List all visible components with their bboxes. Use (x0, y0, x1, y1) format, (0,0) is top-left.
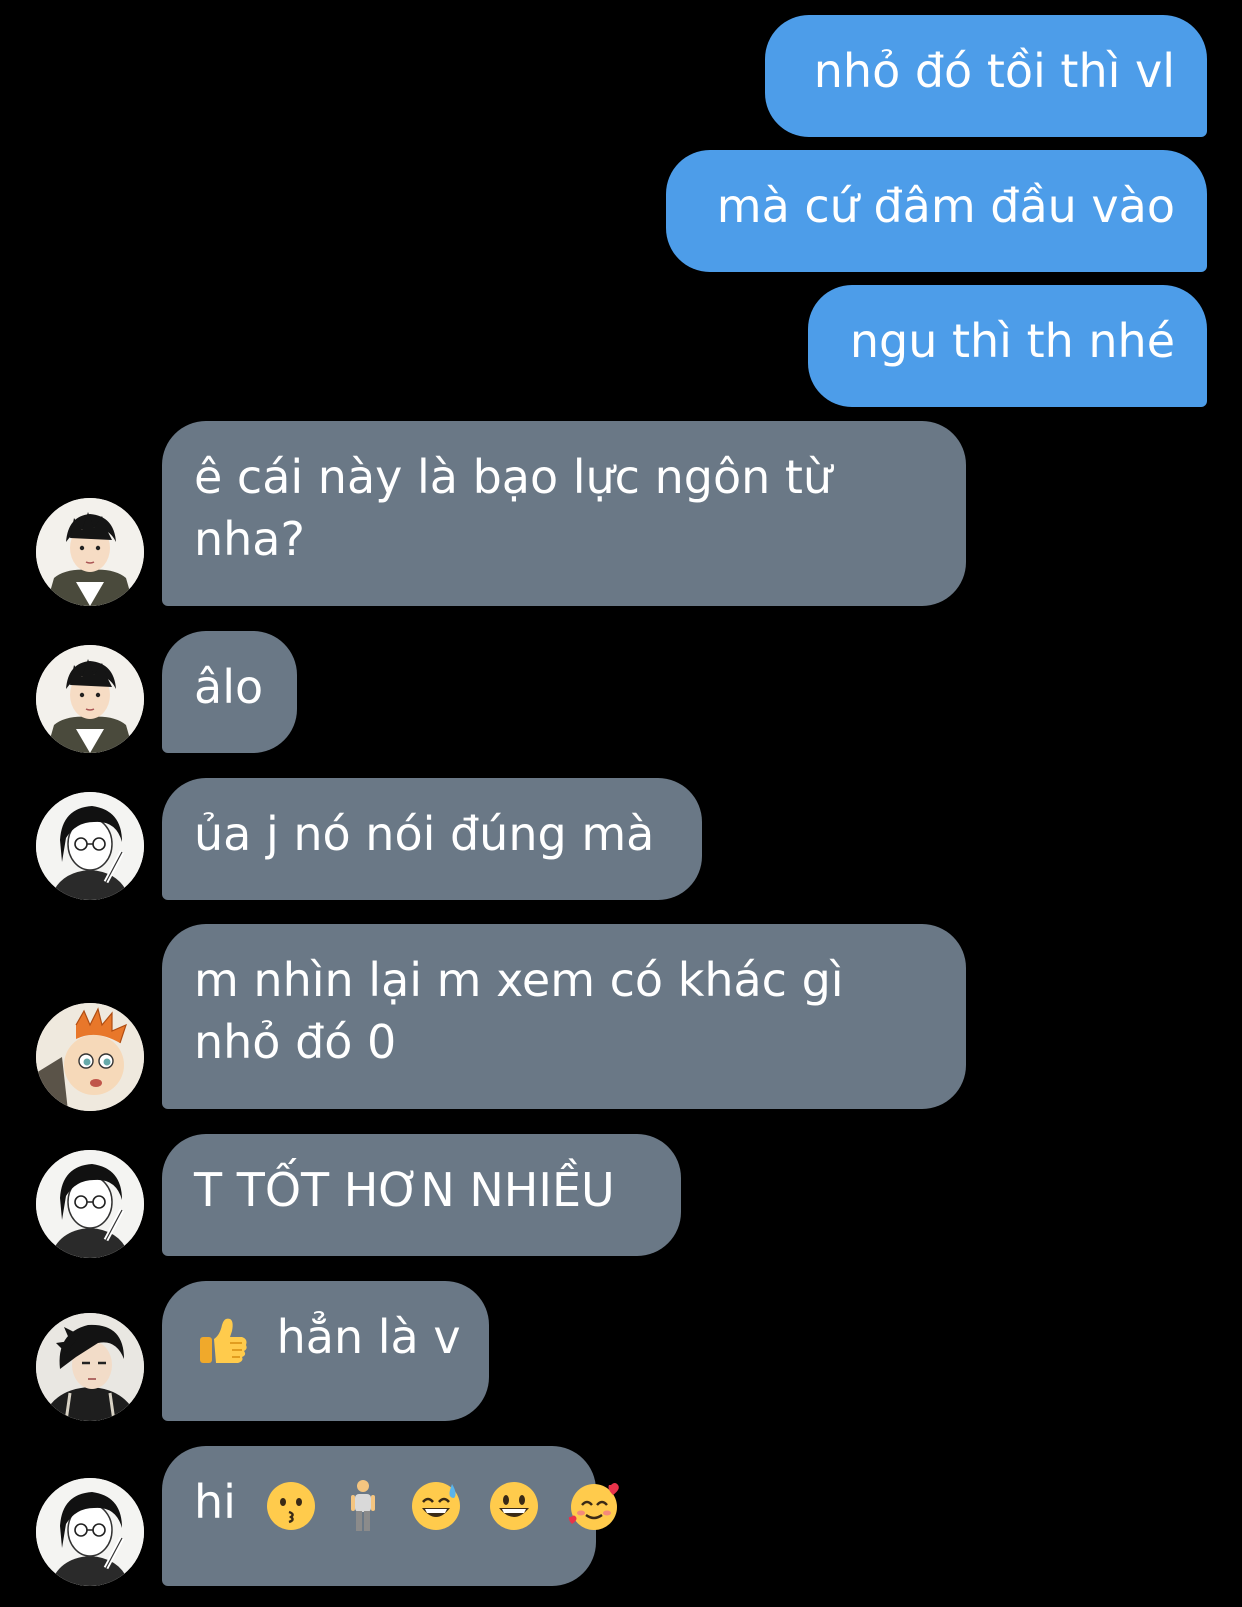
avatar-glasses-icon[interactable] (36, 1478, 144, 1586)
received-message-text: hi (194, 1475, 236, 1529)
sent-message-3[interactable]: ngu thì th nhé (808, 285, 1207, 407)
avatar-orange-hair-icon[interactable] (36, 1003, 144, 1111)
sent-message-text: ngu thì th nhé (849, 314, 1175, 368)
received-message-line: T TỐT HƠN NHIỀU (194, 1163, 615, 1217)
received-message-1[interactable]: ê cái này là bạo lực ngôn từ nha? (162, 421, 966, 606)
sent-message-text: nhỏ đó tồi thì vl (813, 44, 1175, 98)
avatar-boy-jacket-icon[interactable] (36, 645, 144, 753)
smiling-hearts-icon (567, 1479, 621, 1533)
avatar-glasses-icon[interactable] (36, 792, 144, 900)
received-message-line: âlo (194, 660, 264, 714)
avatar-dark-hair-icon[interactable] (36, 1313, 144, 1421)
received-message-4[interactable]: m nhìn lại m xem có khác gì nhỏ đó 0 (162, 924, 966, 1109)
avatar-boy-jacket-icon[interactable] (36, 498, 144, 606)
received-message-3[interactable]: ủa j nó nói đúng mà (162, 778, 702, 900)
person-standing-icon (343, 1478, 383, 1534)
received-message-line: ê cái này là bạo lực ngôn từ (194, 450, 833, 504)
received-message-line: nhỏ đó 0 (194, 1015, 397, 1069)
received-message-7[interactable]: hi (162, 1446, 619, 1586)
received-message-2[interactable]: âlo (162, 631, 297, 753)
received-message-line: nha? (194, 512, 305, 566)
grinning-sweat-icon (410, 1480, 462, 1532)
grinning-face-icon (488, 1480, 540, 1532)
sent-message-text: mà cứ đâm đầu vào (716, 179, 1175, 233)
received-message-line: m nhìn lại m xem có khác gì (194, 953, 844, 1007)
avatar-glasses-icon[interactable] (36, 1150, 144, 1258)
thumbs-up-icon (194, 1313, 250, 1369)
sent-message-1[interactable]: nhỏ đó tồi thì vl (765, 15, 1207, 137)
kissing-face-icon (265, 1480, 317, 1532)
received-message-text: hẳn là v (276, 1310, 461, 1364)
received-message-5[interactable]: T TỐT HƠN NHIỀU (162, 1134, 681, 1256)
received-message-line: ủa j nó nói đúng mà (194, 807, 655, 861)
sent-message-2[interactable]: mà cứ đâm đầu vào (666, 150, 1207, 272)
received-message-6[interactable]: hẳn là v (162, 1281, 489, 1421)
